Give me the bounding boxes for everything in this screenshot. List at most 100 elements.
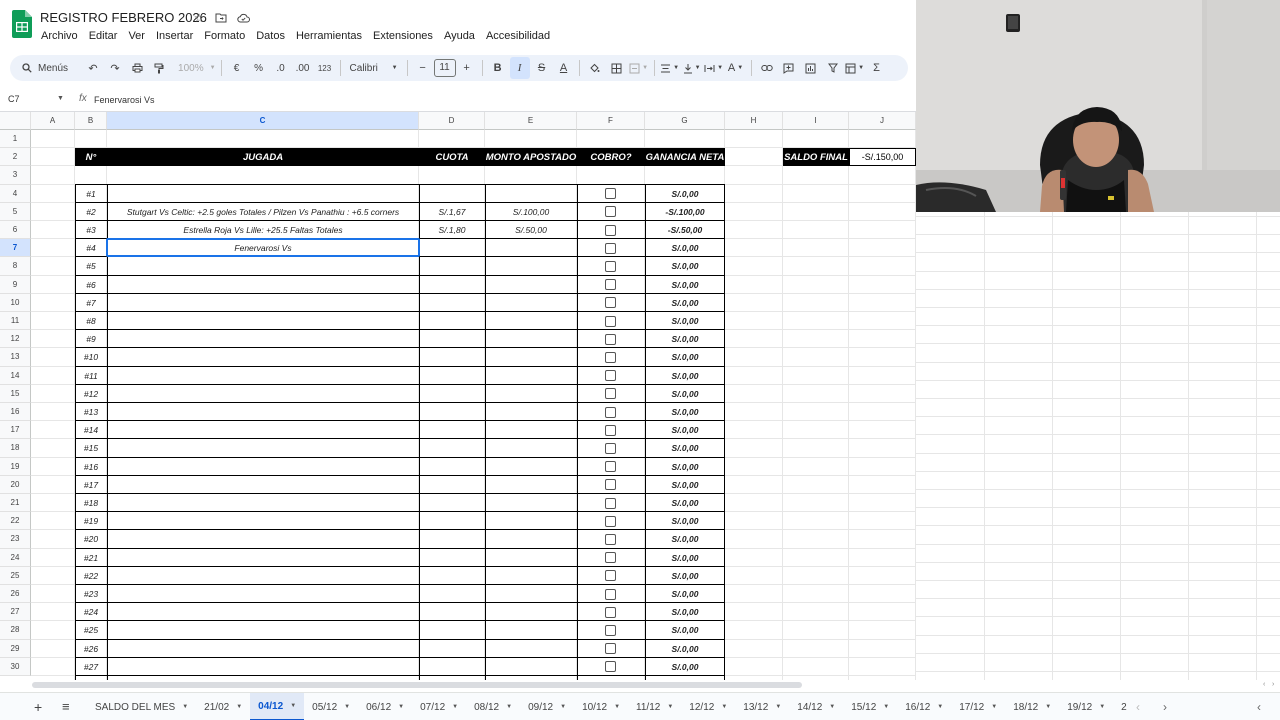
stake-cell[interactable] <box>485 239 577 257</box>
sheet-tab[interactable]: 16/12 ▼ <box>897 693 951 720</box>
increase-decimals-button[interactable]: .00 <box>293 57 313 79</box>
stake-cell[interactable] <box>485 439 577 457</box>
net-profit-cell[interactable]: S/.0,00 <box>645 348 725 366</box>
row-header-7[interactable]: 7 <box>0 239 31 258</box>
chevron-down-icon[interactable]: ▼ <box>452 704 458 710</box>
net-profit-cell[interactable]: S/.0,00 <box>645 403 725 421</box>
cobro-checkbox[interactable] <box>605 624 616 636</box>
strikethrough-button[interactable]: S <box>532 57 552 79</box>
cobro-checkbox[interactable] <box>605 206 616 218</box>
net-profit-cell[interactable]: S/.0,00 <box>645 294 725 312</box>
bet-number-cell[interactable]: #22 <box>75 567 107 585</box>
sheet-tab[interactable]: 10/12 ▼ <box>574 693 628 720</box>
odds-cell[interactable] <box>419 603 485 621</box>
font-size-input[interactable]: 11 <box>433 59 456 77</box>
sheet-tab[interactable]: 11/12 ▼ <box>628 693 681 720</box>
table-header-cell[interactable]: JUGADA <box>107 148 419 167</box>
cobro-checkbox[interactable] <box>605 315 616 327</box>
cobro-checkbox[interactable] <box>605 351 616 363</box>
bet-description-cell[interactable] <box>107 330 419 348</box>
stake-cell[interactable] <box>485 185 577 203</box>
sheet-tab[interactable]: 12/12 ▼ <box>681 693 735 720</box>
bet-description-cell[interactable] <box>107 421 419 439</box>
row-header-30[interactable]: 30 <box>0 657 31 676</box>
bet-description-cell[interactable] <box>107 567 419 585</box>
bet-description-cell[interactable]: Estrella Roja Vs Lille: +25.5 Faltas Tot… <box>107 221 419 239</box>
menu-ver[interactable]: Ver <box>128 30 145 42</box>
bet-description-cell[interactable] <box>107 658 419 676</box>
sheet-tab[interactable]: 19/12 ▼ <box>1059 693 1113 720</box>
bet-description-cell[interactable] <box>107 476 419 494</box>
bet-number-cell[interactable]: #16 <box>75 458 107 476</box>
bet-number-cell[interactable]: #9 <box>75 330 107 348</box>
fill-color-button[interactable] <box>585 57 605 79</box>
net-profit-cell[interactable]: S/.0,00 <box>645 494 725 512</box>
sheet-tab[interactable]: 17/12 ▼ <box>951 693 1005 720</box>
odds-cell[interactable]: S/.1,80 <box>419 221 485 239</box>
net-profit-cell[interactable]: S/.0,00 <box>645 603 725 621</box>
odds-cell[interactable] <box>419 658 485 676</box>
row-header-2[interactable]: 2 <box>0 148 31 167</box>
horizontal-scrollbar[interactable] <box>32 682 802 688</box>
font-select[interactable]: Calibri ▼ <box>346 57 402 79</box>
bet-number-cell[interactable]: #15 <box>75 439 107 457</box>
table-header-cell[interactable]: COBRO? <box>577 148 645 167</box>
chevron-down-icon[interactable]: ▼ <box>667 704 673 710</box>
sheet-tab[interactable]: 05/12 ▼ <box>304 693 358 720</box>
insert-link-button[interactable] <box>757 57 777 79</box>
increase-font-size-button[interactable]: + <box>457 57 477 79</box>
sheet-tab[interactable]: 18/12 ▼ <box>1005 693 1059 720</box>
menu-accesibilidad[interactable]: Accesibilidad <box>486 30 550 42</box>
column-header-b[interactable]: B <box>75 112 107 130</box>
cobro-checkbox[interactable] <box>605 442 616 454</box>
bet-description-cell[interactable] <box>107 348 419 366</box>
decrease-font-size-button[interactable]: − <box>413 57 433 79</box>
net-profit-cell[interactable]: -S/.100,00 <box>645 203 725 221</box>
row-header-17[interactable]: 17 <box>0 421 31 440</box>
cobro-checkbox[interactable] <box>605 406 616 418</box>
sheet-tab[interactable]: 13/12 ▼ <box>735 693 789 720</box>
row-header-1[interactable]: 1 <box>0 130 31 149</box>
all-sheets-button[interactable]: ≡ <box>62 699 70 714</box>
stake-cell[interactable] <box>485 549 577 567</box>
sheet-tab[interactable]: 14/12 ▼ <box>789 693 843 720</box>
row-header-27[interactable]: 27 <box>0 603 31 622</box>
net-profit-cell[interactable]: -S/.50,00 <box>645 221 725 239</box>
net-profit-cell[interactable]: S/.0,00 <box>645 640 725 658</box>
odds-cell[interactable] <box>419 330 485 348</box>
bet-number-cell[interactable]: #18 <box>75 494 107 512</box>
bet-description-cell[interactable]: Stutgart Vs Celtic: +2.5 goles Totales /… <box>107 203 419 221</box>
text-color-button[interactable]: A <box>554 57 574 79</box>
row-header-23[interactable]: 23 <box>0 530 31 549</box>
bet-description-cell[interactable] <box>107 294 419 312</box>
column-header-e[interactable]: E <box>485 112 577 130</box>
cobro-checkbox[interactable] <box>605 242 616 254</box>
cobro-checkbox[interactable] <box>605 570 616 582</box>
cobro-checkbox[interactable] <box>605 260 616 272</box>
spreadsheet-grid[interactable]: A B C D E F G H I J 1 2 3 4 5 6 7 8 9 10 11 12 13 14 15 16 17 18 19 2… <box>0 112 916 680</box>
star-icon[interactable]: ☆ <box>192 11 206 25</box>
odds-cell[interactable] <box>419 494 485 512</box>
odds-cell[interactable] <box>419 294 485 312</box>
bet-description-cell[interactable] <box>107 512 419 530</box>
net-profit-cell[interactable]: S/.0,00 <box>645 585 725 603</box>
row-header-13[interactable]: 13 <box>0 348 31 367</box>
chevron-down-icon[interactable]: ▼ <box>991 704 997 710</box>
menu-editar[interactable]: Editar <box>89 30 118 42</box>
bet-number-cell[interactable]: #19 <box>75 512 107 530</box>
odds-cell[interactable]: S/.1,67 <box>419 203 485 221</box>
odds-cell[interactable] <box>419 421 485 439</box>
move-folder-icon[interactable] <box>214 11 228 25</box>
vertical-align-button[interactable]: ▼ <box>682 57 702 79</box>
row-header-12[interactable]: 12 <box>0 330 31 349</box>
bet-number-cell[interactable]: #14 <box>75 421 107 439</box>
bet-description-cell[interactable] <box>107 458 419 476</box>
formula-input[interactable]: Fenervarosi Vs <box>94 95 155 105</box>
horizontal-align-button[interactable]: ▼ <box>660 57 680 79</box>
table-header-cell[interactable]: MONTO APOSTADO <box>485 148 577 167</box>
net-profit-cell[interactable]: S/.0,00 <box>645 367 725 385</box>
bet-description-cell[interactable] <box>107 585 419 603</box>
odds-cell[interactable] <box>419 348 485 366</box>
chevron-down-icon[interactable]: ▼ <box>290 703 296 709</box>
tabs-scroll-right-icon[interactable]: › <box>1163 700 1167 714</box>
